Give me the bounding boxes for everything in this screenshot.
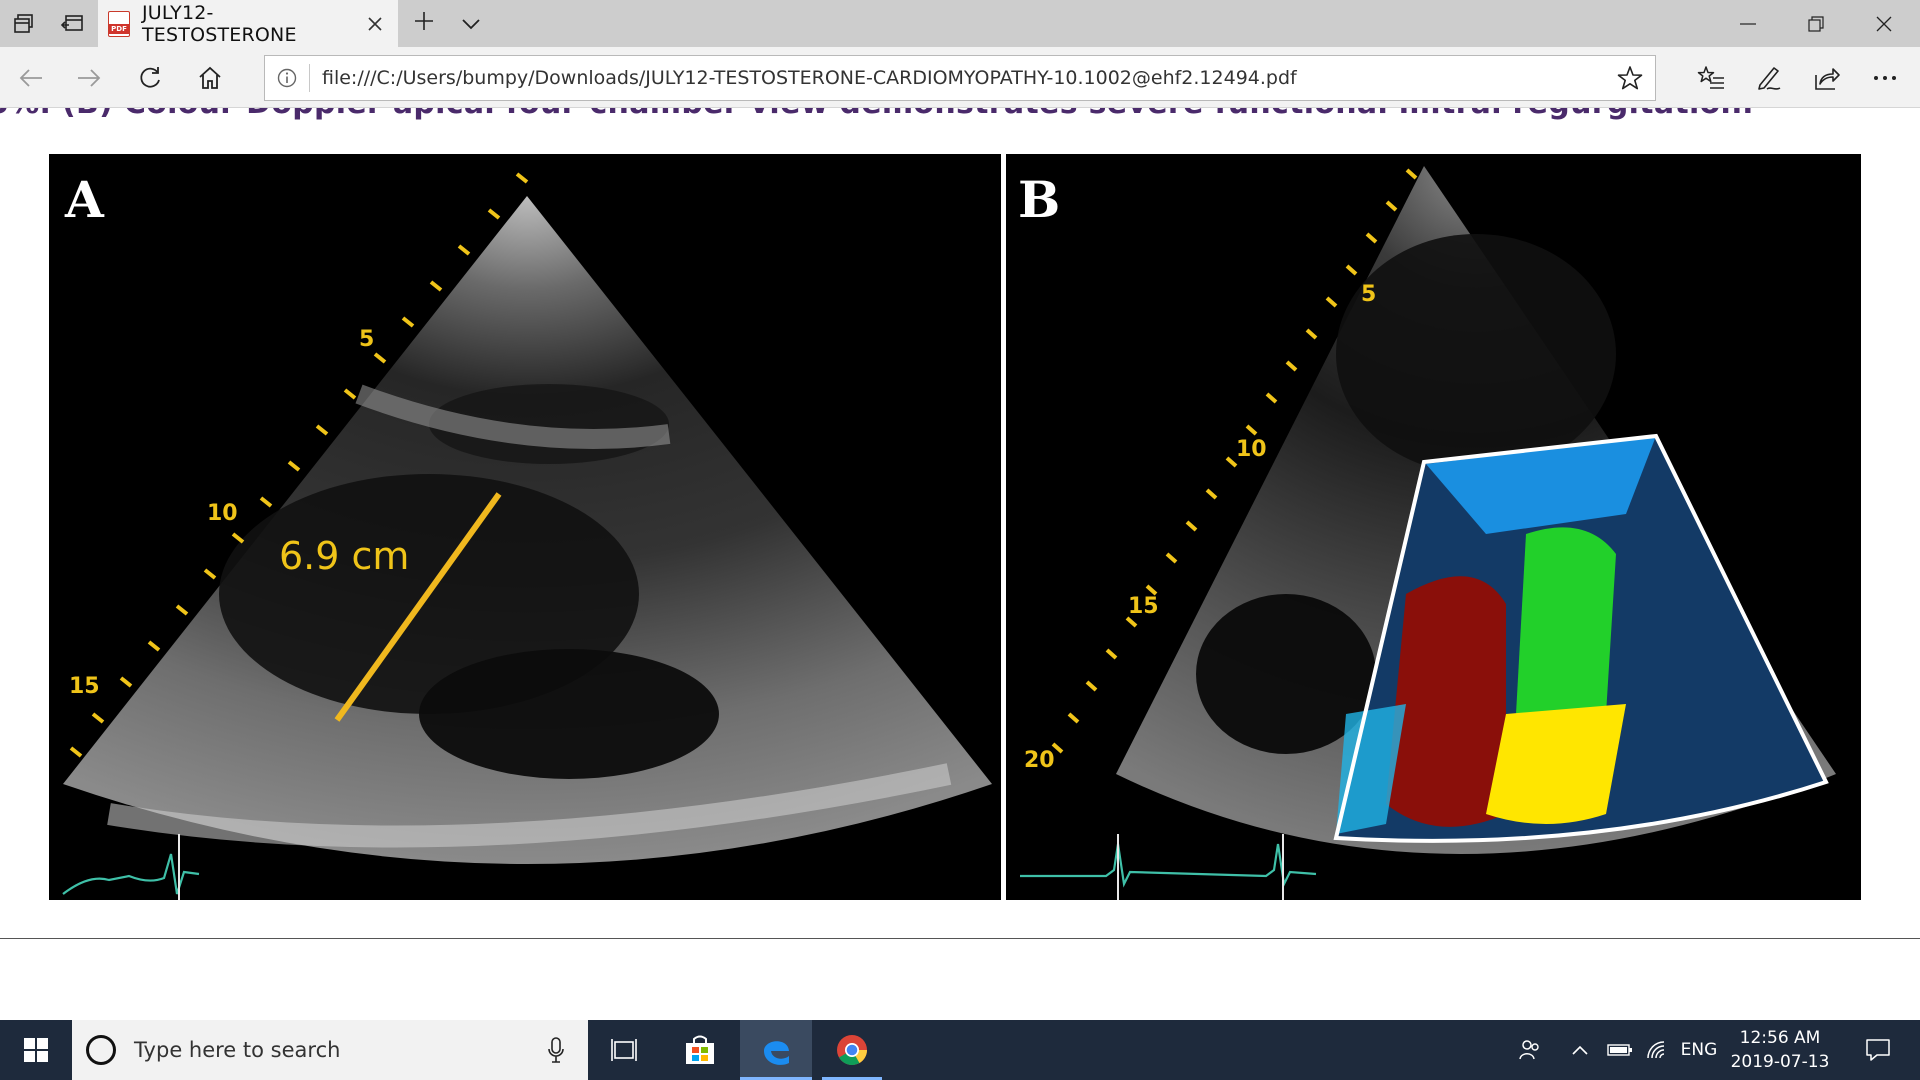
ellipsis-icon[interactable] [1866, 59, 1904, 97]
pdf-file-icon [108, 10, 130, 37]
page-divider [0, 938, 1920, 939]
restore-tabs-icon[interactable] [56, 8, 88, 40]
tab-active[interactable]: JULY12-TESTOSTERONE [98, 0, 398, 47]
figure-caption: 5%. (B) Colour Doppler apical four-chamb… [0, 108, 1754, 121]
refresh-icon[interactable] [131, 59, 169, 97]
microphone-icon[interactable] [536, 1020, 576, 1080]
chevron-down-icon[interactable] [455, 8, 487, 40]
info-icon[interactable] [265, 56, 309, 100]
pdf-viewer[interactable]: 5%. (B) Colour Doppler apical four-chamb… [0, 108, 1920, 1020]
arrow-right-icon[interactable] [70, 59, 108, 97]
pen-icon[interactable] [1750, 59, 1788, 97]
plus-icon[interactable] [408, 8, 440, 40]
title-bar: JULY12-TESTOSTERONE [0, 0, 1920, 47]
chevron-up-icon[interactable] [1566, 1020, 1594, 1080]
depth-scale-b [1051, 168, 1418, 754]
close-window-button[interactable] [1850, 0, 1918, 47]
chrome-icon[interactable] [816, 1020, 888, 1080]
address-divider [309, 64, 310, 92]
echocardiogram-figure: A 6.9 cm 5 10 15 B 5 10 15 20 [49, 154, 1861, 900]
depth-scale-a [69, 172, 529, 758]
star-icon[interactable] [1605, 56, 1655, 100]
people-icon[interactable] [1512, 1020, 1548, 1080]
navigation-bar: file:///C:/Users/bumpy/Downloads/JULY12-… [0, 47, 1920, 108]
home-icon[interactable] [191, 59, 229, 97]
store-icon[interactable] [664, 1020, 736, 1080]
tabs-aside-icon[interactable] [8, 8, 40, 40]
url-text[interactable]: file:///C:/Users/bumpy/Downloads/JULY12-… [322, 67, 1605, 89]
address-bar[interactable]: file:///C:/Users/bumpy/Downloads/JULY12-… [264, 55, 1656, 101]
cortana-circle-icon[interactable] [86, 1035, 116, 1065]
task-view-icon[interactable] [588, 1020, 660, 1080]
minimize-button[interactable] [1714, 0, 1782, 47]
taskbar: Type here to search ENG 12:56 AM 2019-07… [0, 1020, 1920, 1080]
figure-panel-a: A 6.9 cm 5 10 15 [49, 154, 1001, 900]
arrow-left-icon[interactable] [12, 59, 50, 97]
figure-panel-b: B 5 10 15 20 [1006, 154, 1861, 900]
clock-date: 2019-07-13 [1730, 1052, 1830, 1072]
share-icon[interactable] [1808, 59, 1846, 97]
taskbar-search[interactable]: Type here to search [72, 1020, 588, 1080]
wifi-icon[interactable] [1640, 1020, 1672, 1080]
windows-logo-icon[interactable] [0, 1020, 72, 1080]
search-input[interactable]: Type here to search [134, 1038, 536, 1062]
battery-icon[interactable] [1604, 1020, 1636, 1080]
notification-icon[interactable] [1852, 1020, 1904, 1080]
language-indicator[interactable]: ENG [1678, 1020, 1720, 1080]
clock-time: 12:56 AM [1739, 1028, 1821, 1048]
tab-title: JULY12-TESTOSTERONE [142, 1, 297, 46]
edge-icon[interactable] [740, 1020, 812, 1080]
clock[interactable]: 12:56 AM 2019-07-13 [1724, 1026, 1836, 1074]
maximize-button[interactable] [1782, 0, 1850, 47]
language-text: ENG [1680, 1040, 1718, 1060]
favorites-list-icon[interactable] [1692, 59, 1730, 97]
close-icon[interactable] [360, 9, 390, 39]
